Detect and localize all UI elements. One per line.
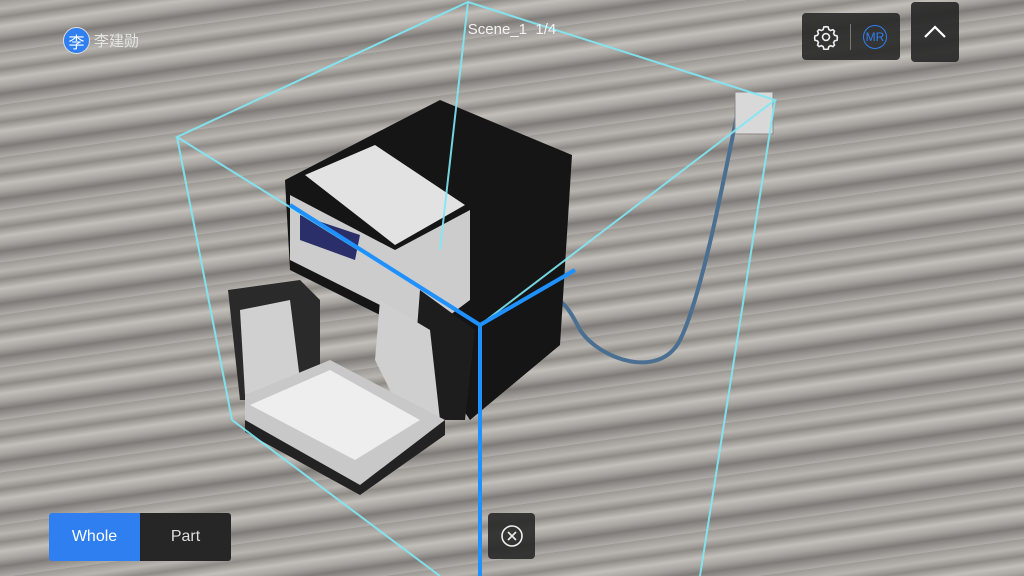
close-button[interactable] xyxy=(488,513,535,559)
whole-button[interactable]: Whole xyxy=(49,513,140,561)
part-button[interactable]: Part xyxy=(140,513,231,561)
chevron-up-icon xyxy=(924,25,946,38)
view-mode-toggle: Whole Part xyxy=(49,513,231,561)
mr-label: MR xyxy=(863,24,887,49)
gear-icon xyxy=(813,25,839,50)
ar-scene xyxy=(174,0,778,576)
mr-mode-button[interactable]: MR xyxy=(851,13,899,60)
collapse-button[interactable] xyxy=(911,2,959,62)
close-circle-icon xyxy=(500,525,523,547)
top-toolbar: MR xyxy=(802,13,900,60)
coffee-machine-model[interactable] xyxy=(228,91,774,495)
settings-button[interactable] xyxy=(802,13,850,60)
